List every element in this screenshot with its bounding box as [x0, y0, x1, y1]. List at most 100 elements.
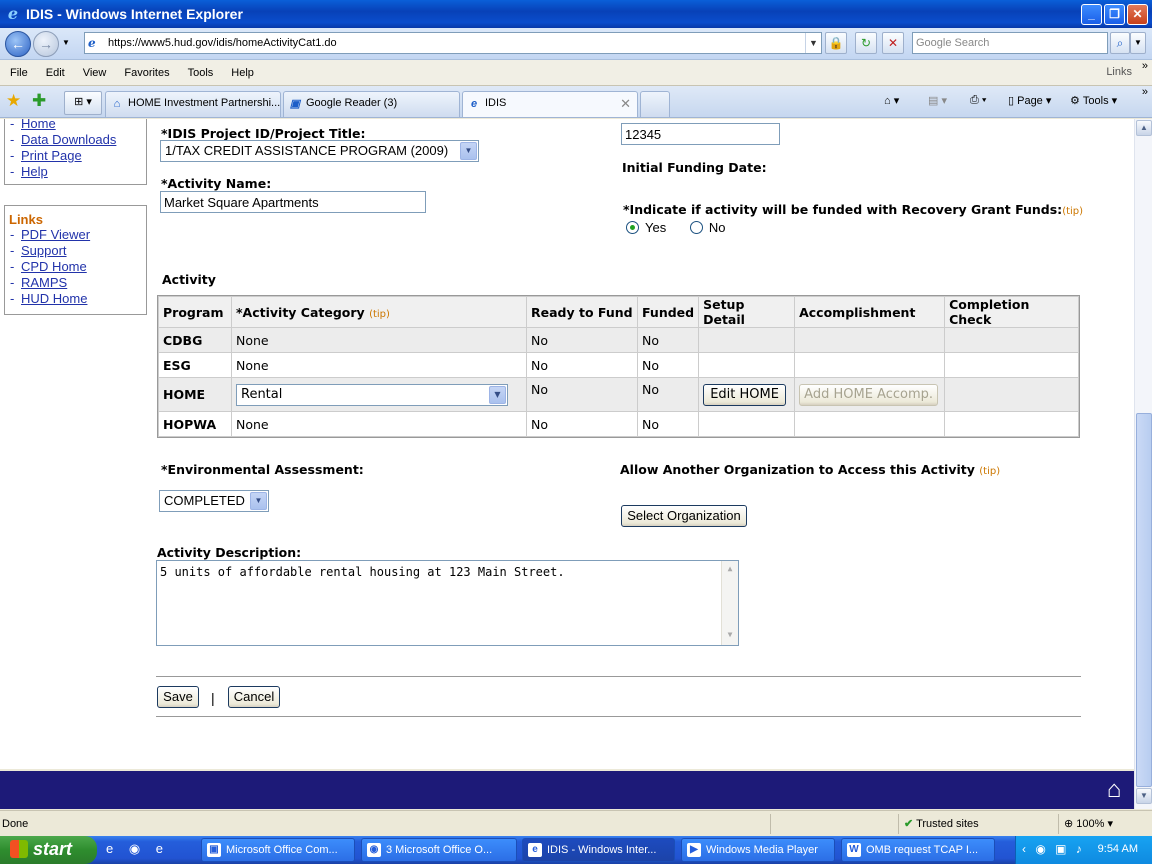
chevron-right-icon[interactable]: » [1142, 60, 1148, 72]
link-pdf-viewer[interactable]: PDF Viewer [5, 227, 146, 243]
scrollbar-thumb[interactable] [1136, 413, 1152, 787]
tab-idis[interactable]: e IDIS ✕ [462, 91, 638, 117]
scroll-down-icon[interactable]: ▼ [1136, 788, 1152, 804]
new-tab-button[interactable] [640, 91, 670, 117]
tools-menu[interactable]: ⚙ Tools ▾ [1070, 94, 1117, 108]
sidebar-item-home[interactable]: Home [5, 119, 146, 132]
close-tab-icon[interactable]: ✕ [620, 96, 631, 112]
security-zone[interactable]: ✔ Trusted sites [904, 817, 979, 830]
quick-launch-icons[interactable]: e ◉ e [106, 841, 169, 857]
scroll-up-icon: ▲ [727, 564, 733, 573]
page-scrollbar[interactable]: ▲ ▼ [1134, 119, 1152, 809]
recent-pages-dropdown-icon[interactable]: ▼ [62, 38, 70, 47]
project-id-field[interactable]: 12345 [621, 123, 780, 145]
menu-help[interactable]: Help [221, 67, 262, 79]
link-support[interactable]: Support [5, 243, 146, 259]
sidebar-item-data-downloads[interactable]: Data Downloads [5, 132, 146, 148]
tab-home-investment[interactable]: ⌂ HOME Investment Partnershi... [105, 91, 281, 117]
header-activity-category-text: *Activity Category [236, 304, 365, 320]
maximize-button[interactable]: ❐ [1104, 3, 1125, 25]
category-select[interactable]: Rental ▼ [236, 383, 508, 406]
feeds-icon[interactable]: ▤ ▾ [928, 94, 947, 107]
task-label: OMB request TCAP I... [866, 844, 979, 856]
tab-label: HOME Investment Partnershi... [128, 97, 281, 109]
search-icon[interactable]: ⌕ [1110, 32, 1130, 54]
menu-file[interactable]: File [0, 67, 36, 79]
header-accomplishment: Accomplishment [795, 297, 945, 327]
search-input[interactable]: Google Search [912, 32, 1108, 54]
refresh-icon[interactable]: ↻ [855, 32, 877, 54]
forward-button[interactable]: → [33, 31, 59, 57]
taskbar-item-office-outlook[interactable]: ◉ 3 Microsoft Office O... [361, 838, 517, 862]
tab-bar: ★ ✚ ⊞ ▾ ⌂ HOME Investment Partnershi... … [0, 86, 1152, 118]
environmental-select-value: COMPLETED [164, 493, 245, 508]
link-hud-home[interactable]: HUD Home [5, 291, 146, 307]
taskbar-item-idis[interactable]: e IDIS - Windows Inter... [522, 838, 675, 862]
sidebar-links: Links PDF Viewer Support CPD Home RAMPS … [4, 205, 147, 315]
environmental-select[interactable]: COMPLETED ▼ [159, 490, 269, 512]
menu-view[interactable]: View [73, 67, 115, 79]
textarea-scrollbar[interactable]: ▲ ▼ [721, 561, 738, 645]
search-options-icon[interactable]: ▼ [1130, 32, 1146, 54]
url-history-dropdown-icon[interactable]: ▼ [805, 33, 821, 53]
allow-org-tip-link[interactable]: (tip) [979, 466, 1000, 477]
environmental-label: *Environmental Assessment: [161, 462, 364, 477]
quick-tabs-icon[interactable]: ⊞ ▾ [64, 91, 102, 115]
chevron-right-icon[interactable]: » [1142, 86, 1148, 98]
save-button[interactable]: Save [157, 686, 199, 708]
link-ramps[interactable]: RAMPS [5, 275, 146, 291]
chevron-down-icon: ▼ [250, 492, 267, 510]
project-label: *IDIS Project ID/Project Title: [161, 126, 366, 141]
description-textarea[interactable]: 5 units of affordable rental housing at … [156, 560, 739, 646]
taskbar-item-media-player[interactable]: ▶ Windows Media Player [681, 838, 835, 862]
window-title: IDIS - Windows Internet Explorer [26, 6, 243, 22]
taskbar-item-omb-request[interactable]: W OMB request TCAP I... [841, 838, 995, 862]
url-field[interactable]: e https://www5.hud.gov/idis/homeActivity… [84, 32, 822, 54]
project-select[interactable]: 1/TAX CREDIT ASSISTANCE PROGRAM (2009) ▼ [160, 140, 479, 162]
edit-home-button[interactable]: Edit HOME [703, 383, 787, 406]
tray-icons[interactable]: ‹ ◉ ▣ ♪ [1022, 842, 1085, 856]
activity-name-field[interactable]: Market Square Apartments [160, 191, 426, 213]
task-label: 3 Microsoft Office O... [386, 844, 493, 856]
favorites-star-icon[interactable]: ★ [6, 91, 21, 111]
scroll-up-icon[interactable]: ▲ [1136, 120, 1152, 136]
links-toolbar[interactable]: Links [1106, 66, 1132, 78]
radio-yes[interactable]: Yes [626, 220, 666, 235]
taskbar-item-office-com[interactable]: ▣ Microsoft Office Com... [201, 838, 355, 862]
select-organization-button[interactable]: Select Organization [621, 505, 747, 527]
header-program: Program [159, 297, 231, 327]
radio-no-circle[interactable] [689, 221, 703, 234]
row-completion [945, 353, 1078, 377]
table-row: HOME Rental ▼ No No Edit HOME Add HOME A… [159, 378, 1078, 411]
link-cpd-home[interactable]: CPD Home [5, 259, 146, 275]
add-favorite-icon[interactable]: ✚ [32, 91, 46, 111]
category-tip-link[interactable]: (tip) [369, 309, 390, 320]
task-label: IDIS - Windows Inter... [547, 844, 657, 856]
document-icon: W [847, 843, 861, 857]
radio-yes-circle[interactable] [626, 221, 639, 234]
back-button[interactable]: ← [5, 31, 31, 57]
start-button[interactable]: start [0, 836, 97, 864]
menu-favorites[interactable]: Favorites [114, 67, 177, 79]
sidebar-item-help[interactable]: Help [5, 164, 146, 180]
start-label: start [33, 839, 73, 859]
print-icon[interactable]: ⎙ ▾ [970, 94, 986, 107]
row-setup: Edit HOME [699, 378, 795, 411]
row-accomplishment [795, 353, 945, 377]
lock-icon[interactable]: 🔒 [825, 32, 847, 54]
stop-icon[interactable]: ✕ [882, 32, 904, 54]
recovery-tip-link[interactable]: (tip) [1062, 206, 1083, 217]
menu-edit[interactable]: Edit [36, 67, 73, 79]
radio-no[interactable]: No [689, 220, 725, 235]
window-title-bar: e IDIS - Windows Internet Explorer _ ❐ ✕ [0, 0, 1152, 28]
tab-google-reader[interactable]: ▣ Google Reader (3) [283, 91, 460, 117]
zoom-control[interactable]: ⊕ 100% ▾ [1064, 817, 1113, 830]
activity-heading: Activity [162, 272, 216, 287]
page-menu[interactable]: ▯ Page ▾ [1008, 94, 1051, 108]
minimize-button[interactable]: _ [1081, 3, 1102, 25]
home-icon[interactable]: ⌂ ▾ [884, 94, 899, 107]
cancel-button[interactable]: Cancel [228, 686, 280, 708]
sidebar-item-print-page[interactable]: Print Page [5, 148, 146, 164]
menu-tools[interactable]: Tools [178, 67, 222, 79]
close-window-button[interactable]: ✕ [1127, 3, 1148, 25]
